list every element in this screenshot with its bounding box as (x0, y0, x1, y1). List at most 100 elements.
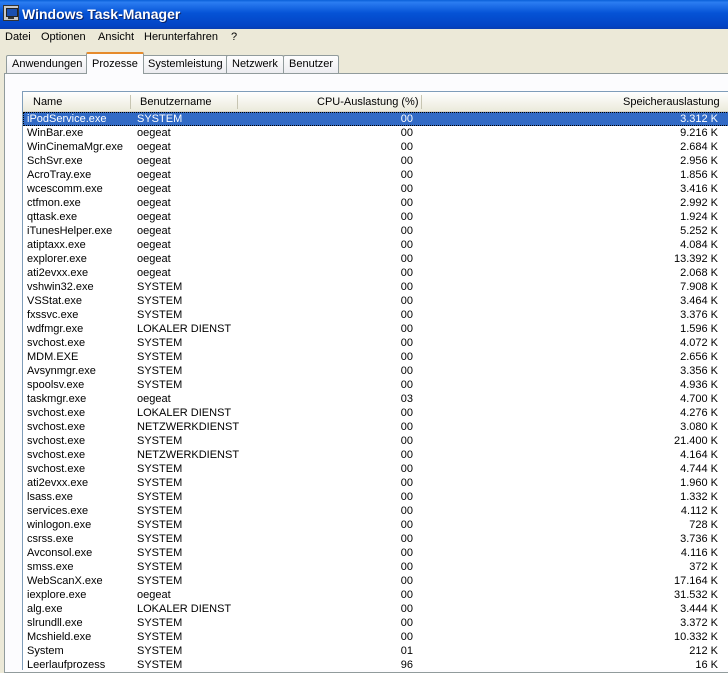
table-row[interactable]: services.exe SYSTEM 00 4.112 K (23, 504, 728, 518)
table-row[interactable]: svchost.exe NETZWERKDIENST 00 4.164 K (23, 448, 728, 462)
process-name: Leerlaufprozess (27, 659, 106, 670)
process-user: SYSTEM (137, 575, 183, 587)
column-divider[interactable] (421, 95, 422, 109)
process-memory: 4.744 K (680, 463, 718, 475)
process-name: wcescomm.exe (27, 183, 103, 195)
process-user: LOKALER DIENST (137, 407, 232, 419)
process-cpu: 00 (400, 547, 413, 559)
process-cpu: 00 (400, 253, 413, 265)
process-cpu: 00 (400, 239, 413, 251)
process-user: oegeat (137, 183, 171, 195)
table-row[interactable]: smss.exe SYSTEM 00 372 K (23, 560, 728, 574)
tab-benutzer[interactable]: Benutzer (283, 55, 340, 73)
table-row[interactable]: slrundll.exe SYSTEM 00 3.372 K (23, 616, 728, 630)
process-name: Mcshield.exe (27, 631, 92, 643)
process-memory: 10.332 K (673, 631, 718, 643)
tab-strip: Anwendungen Prozesse Systemleistung Netz… (0, 52, 728, 74)
table-row[interactable]: ati2evxx.exe oegeat 00 2.068 K (23, 266, 728, 280)
table-row[interactable]: lsass.exe SYSTEM 00 1.332 K (23, 490, 728, 504)
menu-optionen[interactable]: Optionen (41, 31, 86, 43)
column-header-name[interactable]: Name (33, 96, 62, 108)
table-row[interactable]: ctfmon.exe oegeat 00 2.992 K (23, 196, 728, 210)
column-header-memory[interactable]: Speicherauslastung (623, 96, 720, 108)
table-row[interactable]: WinCinemaMgr.exe oegeat 00 2.684 K (23, 140, 728, 154)
process-memory: 9.216 K (680, 127, 718, 139)
process-cpu: 00 (400, 505, 413, 517)
column-divider[interactable] (130, 95, 131, 109)
task-manager-icon (3, 5, 19, 21)
table-row[interactable]: iTunesHelper.exe oegeat 00 5.252 K (23, 224, 728, 238)
column-divider[interactable] (237, 95, 238, 109)
process-name: winlogon.exe (27, 519, 92, 531)
table-row[interactable]: svchost.exe SYSTEM 00 4.744 K (23, 462, 728, 476)
process-user: SYSTEM (137, 561, 183, 573)
process-memory: 3.376 K (680, 309, 718, 321)
tab-systemleistung[interactable]: Systemleistung (142, 55, 229, 73)
table-row[interactable]: csrss.exe SYSTEM 00 3.736 K (23, 532, 728, 546)
process-user: SYSTEM (137, 477, 183, 489)
table-row[interactable]: SchSvr.exe oegeat 00 2.956 K (23, 154, 728, 168)
process-list[interactable]: Name Benutzername CPU-Auslastung (%) Spe… (22, 91, 728, 670)
table-row[interactable]: iexplore.exe oegeat 00 31.532 K (23, 588, 728, 602)
menu-help[interactable]: ? (231, 31, 237, 43)
process-memory: 4.112 K (680, 505, 718, 517)
table-row[interactable]: wcescomm.exe oegeat 00 3.416 K (23, 182, 728, 196)
process-memory: 1.332 K (680, 491, 718, 503)
table-row[interactable]: AcroTray.exe oegeat 00 1.856 K (23, 168, 728, 182)
table-row[interactable]: VSStat.exe SYSTEM 00 3.464 K (23, 294, 728, 308)
column-header-user[interactable]: Benutzername (140, 96, 212, 108)
menu-ansicht[interactable]: Ansicht (98, 31, 134, 43)
table-row[interactable]: WinBar.exe oegeat 00 9.216 K (23, 126, 728, 140)
process-name: svchost.exe (27, 435, 86, 447)
tab-netzwerk[interactable]: Netzwerk (226, 55, 284, 73)
process-cpu: 00 (400, 435, 413, 447)
table-row[interactable]: vshwin32.exe SYSTEM 00 7.908 K (23, 280, 728, 294)
table-row[interactable]: spoolsv.exe SYSTEM 00 4.936 K (23, 378, 728, 392)
menu-datei[interactable]: Datei (5, 31, 31, 43)
table-row[interactable]: taskmgr.exe oegeat 03 4.700 K (23, 392, 728, 406)
table-row[interactable]: alg.exe LOKALER DIENST 00 3.444 K (23, 602, 728, 616)
process-cpu: 00 (400, 155, 413, 167)
table-row[interactable]: System SYSTEM 01 212 K (23, 644, 728, 658)
table-row[interactable]: atiptaxx.exe oegeat 00 4.084 K (23, 238, 728, 252)
table-row[interactable]: fxssvc.exe SYSTEM 00 3.376 K (23, 308, 728, 322)
menu-herunterfahren[interactable]: Herunterfahren (144, 31, 218, 43)
table-row[interactable]: svchost.exe SYSTEM 00 21.400 K (23, 434, 728, 448)
process-cpu: 00 (400, 491, 413, 503)
table-row[interactable]: svchost.exe SYSTEM 00 4.072 K (23, 336, 728, 350)
process-memory: 2.684 K (680, 141, 718, 153)
table-row[interactable]: Leerlaufprozess SYSTEM 96 16 K (23, 658, 728, 670)
table-row[interactable]: svchost.exe LOKALER DIENST 00 4.276 K (23, 406, 728, 420)
process-cpu: 00 (400, 127, 413, 139)
table-row[interactable]: iPodService.exe SYSTEM 00 3.312 K (23, 112, 728, 126)
process-name: MDM.EXE (27, 351, 79, 363)
table-row[interactable]: ati2evxx.exe SYSTEM 00 1.960 K (23, 476, 728, 490)
process-name: iPodService.exe (27, 113, 107, 125)
process-memory: 3.312 K (680, 113, 718, 125)
column-header-cpu[interactable]: CPU-Auslastung (%) (317, 96, 418, 108)
process-user: oegeat (137, 589, 171, 601)
table-row[interactable]: wdfmgr.exe LOKALER DIENST 00 1.596 K (23, 322, 728, 336)
table-row[interactable]: qttask.exe oegeat 00 1.924 K (23, 210, 728, 224)
process-cpu: 00 (400, 617, 413, 629)
table-row[interactable]: WebScanX.exe SYSTEM 00 17.164 K (23, 574, 728, 588)
table-row[interactable]: winlogon.exe SYSTEM 00 728 K (23, 518, 728, 532)
table-row[interactable]: MDM.EXE SYSTEM 00 2.656 K (23, 350, 728, 364)
process-user: SYSTEM (137, 645, 183, 657)
process-user: SYSTEM (137, 379, 183, 391)
tab-prozesse[interactable]: Prozesse (86, 52, 144, 74)
window-title: Windows Task-Manager (22, 6, 181, 22)
process-memory: 2.068 K (680, 267, 718, 279)
process-cpu: 01 (400, 645, 413, 657)
process-cpu: 00 (400, 323, 413, 335)
table-row[interactable]: Avsynmgr.exe SYSTEM 00 3.356 K (23, 364, 728, 378)
process-name: AcroTray.exe (27, 169, 92, 181)
process-cpu: 00 (400, 267, 413, 279)
table-row[interactable]: Mcshield.exe SYSTEM 00 10.332 K (23, 630, 728, 644)
table-row[interactable]: svchost.exe NETZWERKDIENST 00 3.080 K (23, 420, 728, 434)
title-bar[interactable]: Windows Task-Manager (0, 0, 728, 29)
table-row[interactable]: Avconsol.exe SYSTEM 00 4.116 K (23, 546, 728, 560)
tab-anwendungen[interactable]: Anwendungen (6, 55, 89, 73)
table-row[interactable]: explorer.exe oegeat 00 13.392 K (23, 252, 728, 266)
process-name: ati2evxx.exe (27, 267, 89, 279)
